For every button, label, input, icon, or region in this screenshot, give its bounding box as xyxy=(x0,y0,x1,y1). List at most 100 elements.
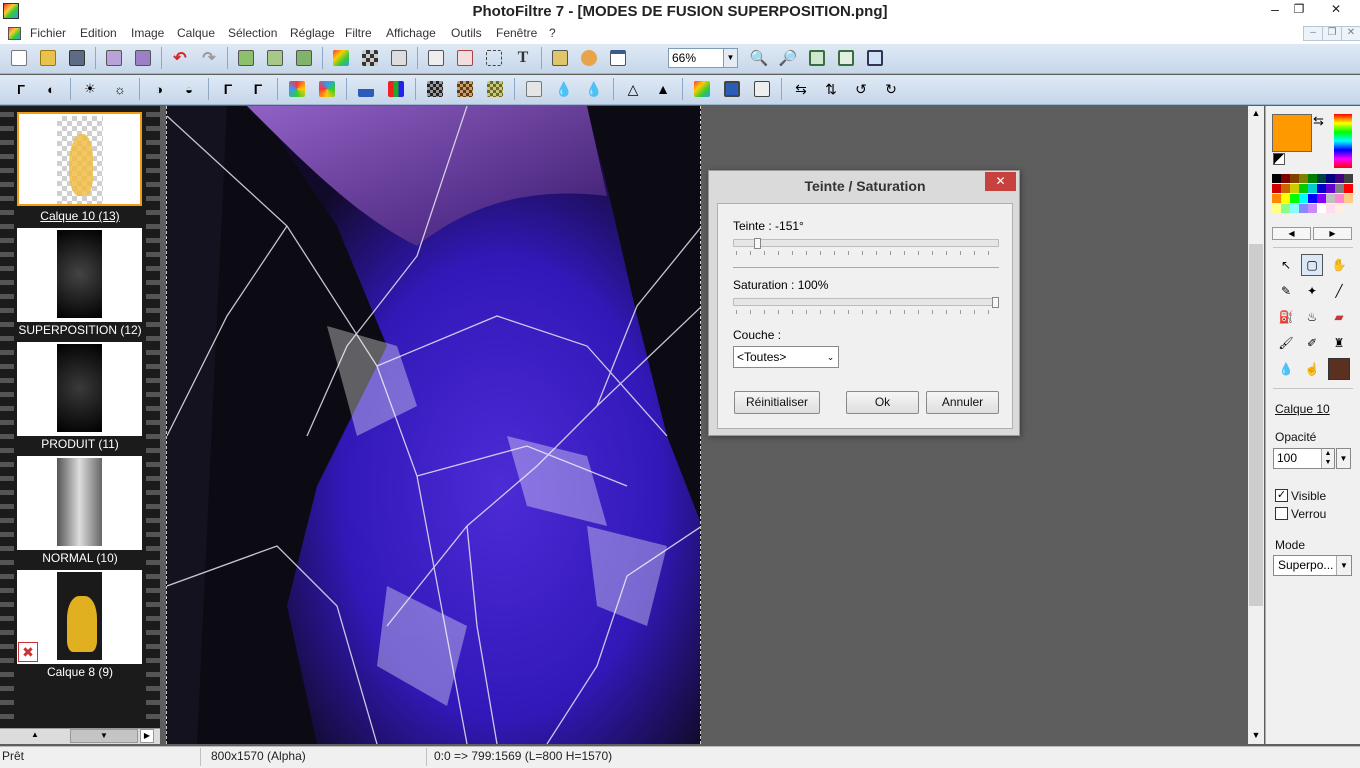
sepia-icon[interactable] xyxy=(454,78,476,100)
text-icon[interactable]: T xyxy=(512,47,534,69)
palette-prev-button[interactable]: ◀ xyxy=(1272,227,1311,240)
minimize-button[interactable]: ‒ xyxy=(1264,0,1286,20)
image-canvas[interactable] xyxy=(166,106,701,744)
image-size-icon[interactable] xyxy=(425,47,447,69)
layer-thumb-superposition[interactable] xyxy=(17,228,142,322)
rotate-right-icon[interactable]: ↻ xyxy=(880,78,902,100)
hidden-layer-icon[interactable]: ✖ xyxy=(18,642,38,662)
reset-button[interactable]: Réinitialiser xyxy=(734,391,820,414)
spray-icon[interactable]: ♨ xyxy=(1301,306,1323,328)
drop-icon[interactable]: 💧 xyxy=(553,78,575,100)
close-button[interactable]: ✕ xyxy=(1316,0,1356,20)
hand-tool-icon[interactable]: ✋ xyxy=(1328,254,1350,276)
palette-swatch[interactable] xyxy=(1317,184,1326,193)
swap-colors-icon[interactable]: ⇆ xyxy=(1313,113,1324,129)
palette-swatch[interactable] xyxy=(1281,174,1290,183)
menu-filtre[interactable]: Filtre xyxy=(345,24,372,44)
palette-swatch[interactable] xyxy=(1299,204,1308,213)
layer-label[interactable]: SUPERPOSITION (12) xyxy=(14,323,146,337)
flip-horizontal-icon[interactable]: ⇆ xyxy=(790,78,812,100)
fit-window-icon[interactable] xyxy=(806,47,828,69)
lock-checkbox[interactable] xyxy=(1275,507,1288,520)
layer-label[interactable]: NORMAL (10) xyxy=(14,551,146,565)
palette-swatch[interactable] xyxy=(1335,184,1344,193)
foreground-color-swatch[interactable] xyxy=(1272,114,1312,152)
menu-calque[interactable]: Calque xyxy=(177,24,215,44)
palette-swatch[interactable] xyxy=(1272,204,1281,213)
paste-new-icon[interactable] xyxy=(264,47,286,69)
scroll-up-icon[interactable]: ▲ xyxy=(1250,108,1262,120)
menu-affichage[interactable]: Affichage xyxy=(386,24,436,44)
saturation-minus-icon[interactable] xyxy=(286,78,308,100)
fill-bucket-icon[interactable]: ⛽ xyxy=(1275,306,1297,328)
palette-swatch[interactable] xyxy=(1335,194,1344,203)
line-tool-icon[interactable]: ╱ xyxy=(1328,280,1350,302)
scroll-down-icon[interactable]: ▼ xyxy=(1250,730,1262,742)
palette-swatch[interactable] xyxy=(1299,194,1308,203)
effect-icon[interactable] xyxy=(388,47,410,69)
selection-tool-icon[interactable]: ▢ xyxy=(1301,254,1323,276)
flip-vertical-icon[interactable]: ⇅ xyxy=(820,78,842,100)
eyedropper-icon[interactable]: ✎ xyxy=(1275,280,1297,302)
paste-special-icon[interactable] xyxy=(293,47,315,69)
gamma-minus-icon[interactable]: Γ xyxy=(217,78,239,100)
palette-swatch[interactable] xyxy=(1335,174,1344,183)
contrast-plus-icon[interactable]: ◒ xyxy=(178,78,200,100)
color-balance-icon[interactable] xyxy=(691,78,713,100)
palette-swatch[interactable] xyxy=(1317,204,1326,213)
layer-manager-icon[interactable] xyxy=(549,47,571,69)
menu-image[interactable]: Image xyxy=(131,24,164,44)
actual-size-icon[interactable] xyxy=(835,47,857,69)
transform-icon[interactable] xyxy=(751,78,773,100)
palette-swatch[interactable] xyxy=(1272,174,1281,183)
canvas-size-icon[interactable] xyxy=(454,47,476,69)
palette-swatch[interactable] xyxy=(1317,194,1326,203)
saturation-slider-thumb[interactable] xyxy=(992,297,999,308)
mdi-close-button[interactable]: ✕ xyxy=(1341,26,1360,41)
palette-swatch[interactable] xyxy=(1344,184,1353,193)
channel-dropdown-arrow[interactable]: ⌄ xyxy=(823,347,838,367)
print-icon[interactable] xyxy=(103,47,125,69)
undo-icon[interactable]: ↶ xyxy=(169,47,191,69)
palette-swatch[interactable] xyxy=(1299,174,1308,183)
selection-icon[interactable] xyxy=(483,47,505,69)
palette-swatch[interactable] xyxy=(1308,184,1317,193)
palette-swatch[interactable] xyxy=(1272,184,1281,193)
blur-drop-icon[interactable]: 💧 xyxy=(1275,358,1297,380)
drop-plus-icon[interactable]: 💧 xyxy=(583,78,605,100)
palette-swatch[interactable] xyxy=(1344,174,1353,183)
opacity-dropdown-arrow[interactable]: ▼ xyxy=(1336,448,1351,469)
ok-button[interactable]: Ok xyxy=(846,391,919,414)
layer-thumb-calque-8[interactable]: ✖ xyxy=(17,570,142,664)
scroll-right-arrow[interactable]: ▶ xyxy=(140,729,154,743)
palette-swatch[interactable] xyxy=(1281,194,1290,203)
stamp-icon[interactable]: ♜ xyxy=(1328,332,1350,354)
palette-swatch[interactable] xyxy=(1344,194,1353,203)
auto-levels-icon[interactable]: Γ xyxy=(10,78,32,100)
layer-label[interactable]: Calque 8 (9) xyxy=(14,665,146,679)
palette-swatch[interactable] xyxy=(1308,194,1317,203)
dialog-close-button[interactable]: ✕ xyxy=(985,172,1016,191)
plugin-icon[interactable] xyxy=(578,47,600,69)
menu-outils[interactable]: Outils xyxy=(451,24,482,44)
palette-swatch[interactable] xyxy=(1326,184,1335,193)
gamma-plus-icon[interactable]: Γ xyxy=(247,78,269,100)
layer-label[interactable]: PRODUIT (11) xyxy=(14,437,146,451)
palette-swatch[interactable] xyxy=(1326,204,1335,213)
histogram-icon[interactable] xyxy=(355,78,377,100)
palette-swatch[interactable] xyxy=(1290,194,1299,203)
scroll-up-arrow[interactable]: ▲ xyxy=(2,729,68,743)
arrow-tool-icon[interactable]: ↖ xyxy=(1275,254,1297,276)
menu-fichier[interactable]: Fichier xyxy=(30,24,66,44)
eraser-icon[interactable]: ▰ xyxy=(1328,306,1350,328)
mdi-restore-button[interactable]: ❐ xyxy=(1322,26,1342,41)
opacity-spinner[interactable]: ▲ ▼ xyxy=(1321,449,1334,468)
brightness-plus-icon[interactable]: ☼ xyxy=(109,78,131,100)
palette-swatch[interactable] xyxy=(1272,194,1281,203)
layer-label[interactable]: Calque 10 (13) xyxy=(14,209,146,223)
palette-swatch[interactable] xyxy=(1299,184,1308,193)
zoom-in-icon[interactable]: 🔍 xyxy=(748,47,770,69)
zoom-out-icon[interactable]: 🔎 xyxy=(777,47,799,69)
menu-fenetre[interactable]: Fenêtre xyxy=(496,24,537,44)
advanced-brush-icon[interactable]: ✐ xyxy=(1301,332,1323,354)
